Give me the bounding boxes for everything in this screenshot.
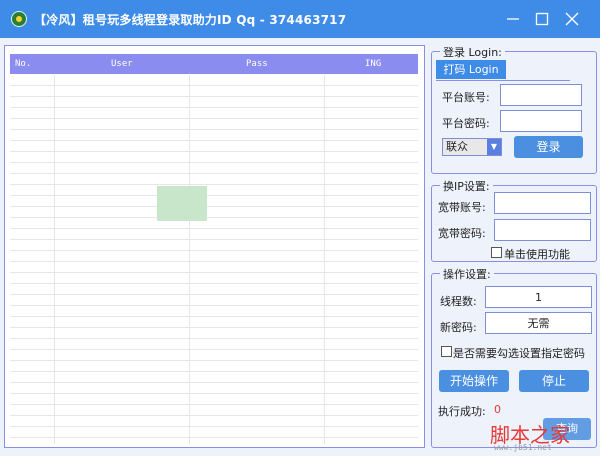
app-icon (11, 11, 27, 27)
column-header-pass[interactable]: Pass (246, 59, 268, 69)
column-header-no[interactable]: No. (15, 59, 31, 69)
ip-settings-legend: 换IP设置: (440, 178, 493, 194)
column-header-ing[interactable]: ING (365, 59, 381, 69)
minimize-icon (507, 18, 519, 20)
single-click-label: 单击使用功能 (504, 248, 570, 261)
platform-password-label: 平台密码: (442, 117, 490, 130)
grid-body[interactable] (10, 75, 418, 444)
success-count-value: 0 (494, 403, 501, 416)
login-legend: 登录 Login: (440, 44, 505, 60)
broadband-password-label: 宽带密码: (438, 227, 486, 240)
login-group: 登录 Login: 打码 Login 平台账号: 平台密码: 联众 ▼ 登录 (431, 44, 597, 174)
close-icon (565, 12, 579, 26)
chevron-down-icon[interactable]: ▼ (487, 139, 501, 155)
minimize-button[interactable] (502, 8, 524, 30)
close-button[interactable] (561, 8, 583, 30)
login-tab-strip: 打码 Login (436, 60, 570, 81)
maximize-button[interactable] (531, 8, 553, 30)
thread-count-input[interactable] (485, 286, 592, 308)
success-count-label: 执行成功: (438, 405, 486, 418)
title-bar: 【冷风】租号玩多线程登录取助力ID Qq - 374463717 (0, 0, 600, 38)
stop-button[interactable]: 停止 (519, 370, 589, 392)
specify-password-checkbox[interactable] (441, 346, 452, 357)
captcha-provider-value: 联众 (446, 140, 468, 153)
window-title: 【冷风】租号玩多线程登录取助力ID Qq - 374463717 (34, 13, 347, 27)
start-button[interactable]: 开始操作 (439, 370, 509, 392)
watermark-url: www.jb51.net (494, 443, 552, 452)
platform-account-label: 平台账号: (442, 91, 490, 104)
broadband-account-label: 宽带账号: (438, 201, 486, 214)
column-header-user[interactable]: User (111, 59, 133, 69)
new-password-label: 新密码: (440, 321, 477, 334)
broadband-password-input[interactable] (494, 219, 591, 241)
platform-password-input[interactable] (500, 110, 582, 132)
tab-captcha-login[interactable]: 打码 Login (436, 60, 506, 79)
maximize-icon (535, 12, 549, 26)
platform-account-input[interactable] (500, 84, 582, 106)
grid-header: No. User Pass ING (10, 54, 418, 74)
single-click-checkbox[interactable] (491, 247, 502, 258)
thread-count-label: 线程数: (440, 295, 477, 308)
specify-password-label: 是否需要勾选设置指定密码 (453, 347, 585, 360)
operation-settings-legend: 操作设置: (440, 266, 494, 282)
login-button[interactable]: 登录 (514, 136, 583, 158)
account-grid[interactable]: No. User Pass ING (4, 45, 425, 448)
ip-settings-group: 换IP设置: 宽带账号: 宽带密码: 单击使用功能 (431, 178, 597, 262)
captcha-provider-select[interactable]: 联众 ▼ (442, 138, 502, 156)
new-password-input[interactable] (485, 312, 592, 334)
broadband-account-input[interactable] (494, 192, 591, 214)
selected-cell[interactable] (157, 186, 207, 221)
